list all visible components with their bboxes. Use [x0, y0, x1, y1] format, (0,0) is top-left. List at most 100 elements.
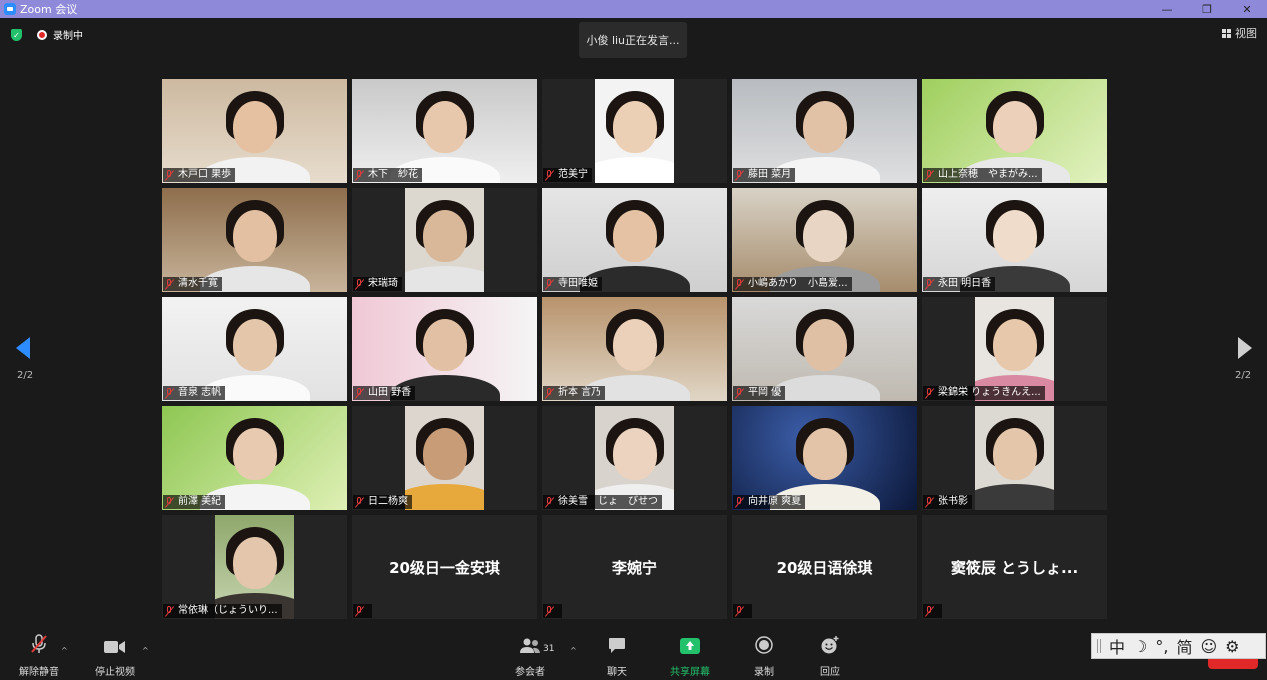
participant-nametag: 张书影 [923, 495, 972, 509]
participant-tile[interactable]: 寺田唯姫 [542, 188, 727, 292]
participant-nametag [733, 604, 752, 618]
participant-tile[interactable]: 清水千寛 [162, 188, 347, 292]
participant-name: 前澤 美紀 [178, 496, 222, 507]
participant-tile[interactable]: 小嶋あかり 小島爱... [732, 188, 917, 292]
muted-mic-icon [165, 169, 174, 181]
ime-toolbar: 中 ☽ °, 简 ☺ ⚙ [1091, 633, 1266, 659]
video-options-caret-icon[interactable]: ^ [142, 646, 149, 655]
participant-display-name: 窦筱辰 とうしょ... [950, 558, 1079, 577]
muted-mic-icon [735, 605, 744, 617]
participant-nametag: 木戸口 果歩 [163, 168, 236, 182]
participants-button[interactable]: 参会者 [512, 632, 548, 678]
unmute-label: 解除静音 [19, 667, 59, 678]
participant-tile[interactable]: 藤田 菜月 [732, 79, 917, 183]
muted-mic-icon [925, 387, 934, 399]
muted-mic-icon [355, 496, 364, 508]
record-label: 录制 [754, 667, 774, 678]
participant-tile[interactable]: 山上奈穂 やまがみ... [922, 79, 1107, 183]
participant-tile[interactable]: 永田 明日香 [922, 188, 1107, 292]
end-meeting-button[interactable] [1208, 659, 1258, 669]
participant-tile[interactable]: 常依琳（じょういり... [162, 515, 347, 619]
participant-nametag: 日二杨爽 [353, 495, 412, 509]
participant-tile[interactable]: 木下 紗花 [352, 79, 537, 183]
participant-tile[interactable]: 窦筱辰 とうしょ... [922, 515, 1107, 619]
participant-tile[interactable]: 范美宁 [542, 79, 727, 183]
view-button[interactable]: 视图 [1222, 25, 1257, 41]
close-button[interactable]: ✕ [1227, 0, 1267, 18]
muted-mic-icon [545, 387, 554, 399]
ime-punctuation-icon[interactable]: °, [1155, 637, 1168, 656]
stop-video-button[interactable]: 停止视频 [93, 632, 137, 678]
participant-nametag: 梁錦栄 りょうきんえ... [923, 386, 1045, 400]
participant-nametag: 藤田 菜月 [733, 168, 796, 182]
muted-mic-icon [355, 605, 364, 617]
participant-tile[interactable]: 日二杨爽 [352, 406, 537, 510]
participant-tile[interactable]: 宋瑞琦 [352, 188, 537, 292]
reactions-label: 回应 [820, 667, 840, 678]
ime-drag-handle[interactable] [1097, 639, 1101, 653]
participant-tile[interactable]: 徐美雪 じょ びせつ [542, 406, 727, 510]
ime-chinese-mode[interactable]: 中 [1109, 634, 1125, 658]
participant-tile[interactable]: 梁錦栄 りょうきんえ... [922, 297, 1107, 401]
unmute-button[interactable]: 解除静音 [17, 632, 61, 678]
zoom-logo-icon [4, 3, 16, 15]
window-titlebar: Zoom 会议 — ❐ ✕ [0, 0, 1267, 18]
reactions-button[interactable]: 回应 [818, 632, 842, 678]
participant-name: 日二杨爽 [368, 496, 408, 507]
participant-nametag: 平岡 優 [733, 386, 786, 400]
participant-name: 小嶋あかり 小島爱... [748, 278, 848, 289]
participant-video [405, 188, 484, 292]
participant-tile[interactable]: 山田 野香 [352, 297, 537, 401]
ime-moon-icon[interactable]: ☽ [1133, 637, 1147, 656]
participant-tile[interactable]: 20级日语徐琪 [732, 515, 917, 619]
participant-tile[interactable]: 折本 言乃 [542, 297, 727, 401]
maximize-button[interactable]: ❐ [1187, 0, 1227, 18]
security-shield-icon[interactable]: ✓ [11, 29, 22, 41]
ime-emoji-icon[interactable]: ☺ [1200, 637, 1217, 656]
muted-mic-icon [545, 605, 554, 617]
stop-video-label: 停止视频 [95, 667, 135, 678]
participants-count: 31 [543, 644, 555, 654]
muted-mic-icon [165, 496, 174, 508]
participant-tile[interactable]: 20级日一金安琪 [352, 515, 537, 619]
muted-mic-icon [545, 278, 554, 290]
participant-tile[interactable]: 向井原 爽夏 [732, 406, 917, 510]
chat-label: 聊天 [607, 667, 627, 678]
muted-mic-icon [735, 169, 744, 181]
share-screen-button[interactable]: 共享屏幕 [668, 632, 712, 678]
participant-video [595, 79, 674, 183]
participant-tile[interactable]: 音泉 志帆 [162, 297, 347, 401]
record-button[interactable]: 录制 [752, 632, 776, 678]
participant-tile[interactable]: 平岡 優 [732, 297, 917, 401]
participant-name: 向井原 爽夏 [748, 496, 802, 507]
participant-nametag: 宋瑞琦 [353, 277, 402, 291]
previous-page-arrow-icon[interactable] [16, 337, 30, 359]
muted-mic-icon [925, 278, 934, 290]
participant-tile[interactable]: 木戸口 果歩 [162, 79, 347, 183]
participant-nametag: 山上奈穂 やまがみ... [923, 168, 1042, 182]
muted-mic-icon [165, 278, 174, 290]
participant-tile[interactable]: 李婉宁 [542, 515, 727, 619]
recording-indicator[interactable]: 录制中 [37, 27, 83, 42]
participant-display-name: 20级日一金安琪 [389, 558, 500, 577]
participant-tile[interactable]: 张书影 [922, 406, 1107, 510]
participant-name: 宋瑞琦 [368, 278, 398, 289]
minimize-button[interactable]: — [1147, 0, 1187, 18]
participant-name: 折本 言乃 [558, 387, 602, 398]
next-page-arrow-icon[interactable] [1238, 337, 1252, 359]
participant-nametag [353, 604, 372, 618]
share-screen-label: 共享屏幕 [670, 667, 710, 678]
participant-tile[interactable]: 前澤 美紀 [162, 406, 347, 510]
ime-settings-icon[interactable]: ⚙ [1225, 637, 1239, 656]
participant-name: 山上奈穂 やまがみ... [938, 169, 1038, 180]
muted-mic-icon [165, 605, 174, 617]
participants-options-caret-icon[interactable]: ^ [570, 646, 577, 655]
record-dot-icon [37, 29, 47, 40]
participant-nametag: 徐美雪 じょ びせつ [543, 495, 662, 509]
chat-button[interactable]: 聊天 [605, 632, 629, 678]
participant-name: 永田 明日香 [938, 278, 992, 289]
audio-options-caret-icon[interactable]: ^ [61, 646, 68, 655]
share-screen-icon [680, 632, 700, 654]
participant-nametag: 向井原 爽夏 [733, 495, 806, 509]
ime-simplified-mode[interactable]: 简 [1176, 634, 1192, 658]
